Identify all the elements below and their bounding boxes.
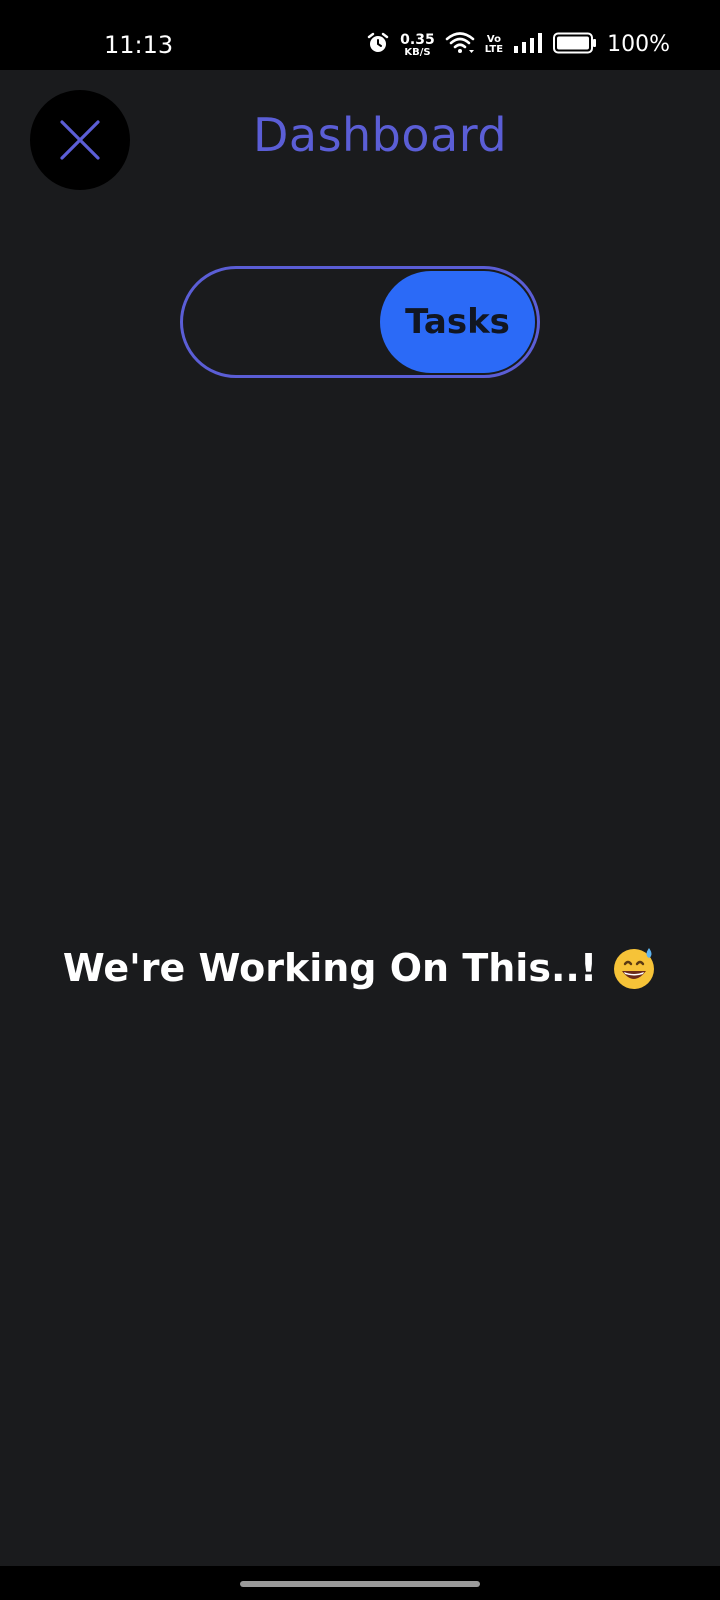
system-nav-bar <box>0 1566 720 1600</box>
wifi-icon <box>445 31 475 60</box>
status-bar: 11:13 0.35 KB/S Vo LTE 100% <box>0 0 720 70</box>
page-title: Dashboard <box>252 108 508 162</box>
view-toggle[interactable]: Tasks <box>180 266 540 378</box>
message-text: We're Working On This..! <box>62 946 598 990</box>
toggle-label: Tasks <box>405 302 510 342</box>
alarm-icon <box>366 31 390 60</box>
network-speed: 0.35 KB/S <box>400 33 435 58</box>
network-speed-value: 0.35 <box>400 31 435 48</box>
volte-bottom-text: LTE <box>484 44 504 55</box>
app-header: Dashboard <box>0 70 720 210</box>
volte-indicator: Vo LTE <box>485 35 503 55</box>
home-indicator[interactable] <box>240 1581 480 1587</box>
grinning-face-with-sweat-icon <box>611 945 657 991</box>
status-icons: 0.35 KB/S Vo LTE 100% <box>366 28 670 62</box>
toggle-knob[interactable]: Tasks <box>380 271 535 373</box>
battery-icon <box>553 32 597 59</box>
signal-icon <box>513 32 543 59</box>
status-time: 11:13 <box>104 31 174 59</box>
network-speed-unit: KB/S <box>404 46 431 58</box>
work-in-progress-message: We're Working On This..! <box>0 945 720 991</box>
battery-percent: 100% <box>607 32 670 57</box>
